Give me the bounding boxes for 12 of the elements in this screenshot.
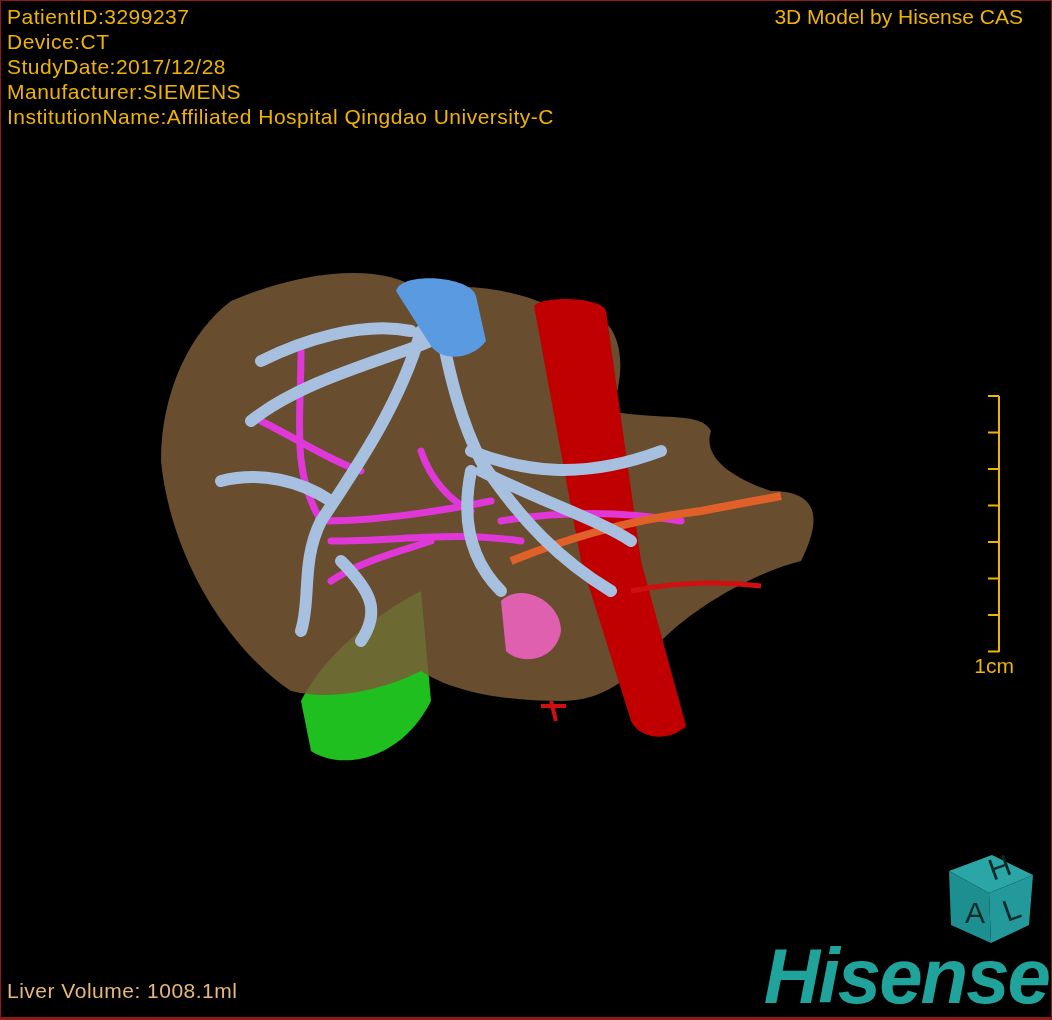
study-info-text: Manufacturer:SIEMENS [7, 79, 243, 104]
cube-face-letter: A [965, 896, 985, 929]
liver-volume-text: Liver Volume: 1008.1ml [7, 979, 238, 1003]
study-info-text: Device:CT [7, 29, 111, 54]
study-info-text: PatientID:3299237 [7, 4, 191, 29]
cube-face-letter: L [998, 890, 1026, 928]
study-info-text: InstitutionName:Affiliated Hospital Qingdao University-C [7, 104, 554, 129]
scale-label: 1cm [974, 653, 1014, 679]
study-info-text: StudyDate:2017/12/28 [7, 54, 227, 79]
cube-face-letter: H [983, 847, 1016, 887]
model-credit-text: 3D Model by Hisense CAS [774, 4, 1023, 29]
scale-bar-icon [987, 395, 1001, 653]
